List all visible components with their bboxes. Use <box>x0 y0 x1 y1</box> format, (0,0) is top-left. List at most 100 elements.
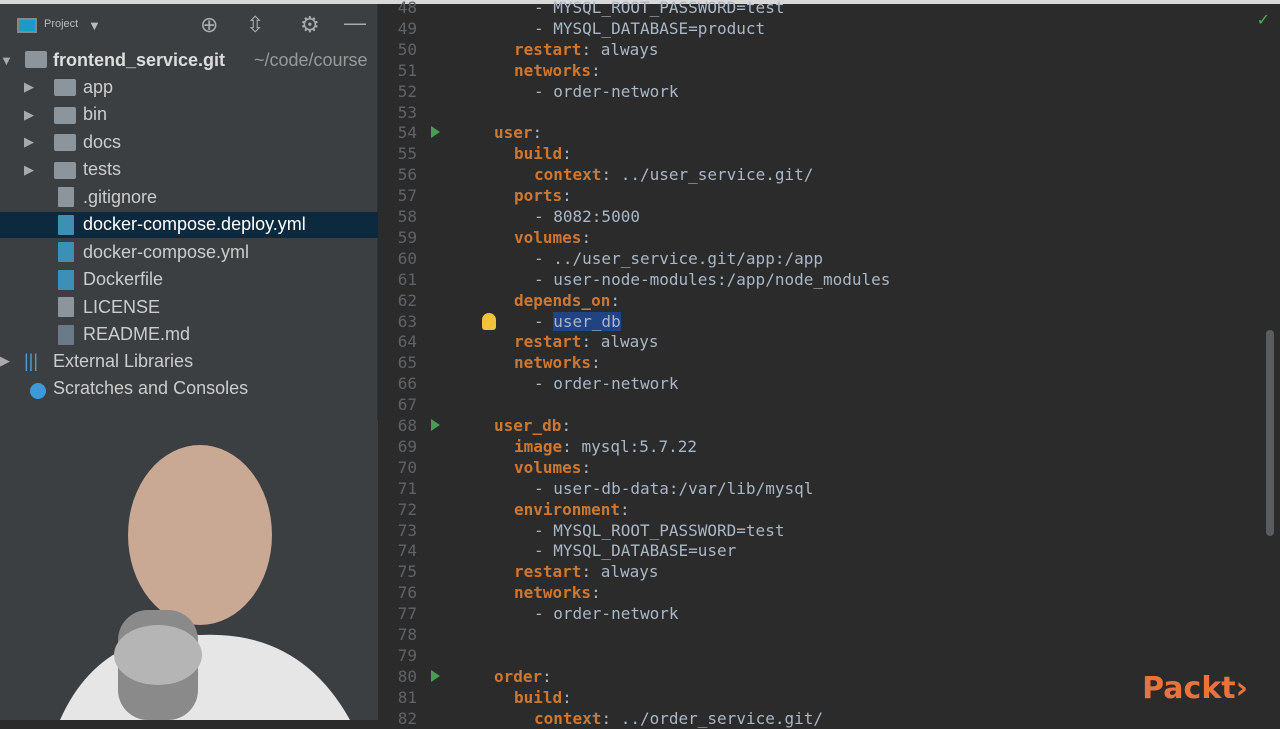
colon: : <box>532 123 543 143</box>
chevron-down-icon[interactable]: ▼ <box>88 18 101 33</box>
list-dash: - <box>534 478 554 498</box>
code-line[interactable]: 67 <box>379 394 1280 415</box>
code-line[interactable]: 75 restart: always <box>379 561 1280 582</box>
code-line[interactable]: 66 - order-network <box>379 373 1280 394</box>
yaml-value: user_db <box>553 311 621 331</box>
line-number: 61 <box>397 269 417 289</box>
collapse-all-icon[interactable]: ⇳ <box>246 12 264 38</box>
expand-arrow-icon[interactable]: ▼ <box>0 53 13 68</box>
yaml-key: volumes <box>514 227 582 247</box>
tree-label: app <box>83 76 114 97</box>
run-icon[interactable] <box>431 126 440 139</box>
code-line[interactable]: 61 - user-node-modules:/app/node_modules <box>379 269 1280 290</box>
libraries-icon: ||| <box>24 350 39 371</box>
gear-icon[interactable]: ⚙ <box>300 12 320 38</box>
line-number: 55 <box>397 144 417 164</box>
code-line[interactable]: 52 - order-network <box>379 81 1280 102</box>
tree-scratches[interactable]: Scratches and Consoles <box>0 375 378 401</box>
code-line[interactable]: 55 build: <box>379 143 1280 164</box>
code-line[interactable]: 73 - MYSQL_ROOT_PASSWORD=test <box>379 520 1280 541</box>
tree-item[interactable]: docker-compose.deploy.yml <box>0 211 378 238</box>
line-number: 81 <box>397 687 417 707</box>
code-line[interactable]: 78 <box>379 624 1280 645</box>
colon: : <box>601 708 612 728</box>
yaml-value: mysql:5.7.22 <box>581 436 698 456</box>
tree-item[interactable]: LICENSE <box>0 294 378 320</box>
expand-arrow-icon[interactable]: ▶ <box>0 353 10 369</box>
hide-icon[interactable]: — <box>344 10 366 36</box>
code-line[interactable]: 68 user_db: <box>379 415 1280 436</box>
tree-root[interactable]: ▼ frontend_service.git ~/code/course <box>0 47 378 73</box>
run-icon[interactable] <box>431 669 440 682</box>
vertical-scrollbar[interactable] <box>1266 330 1274 536</box>
folder-icon <box>54 134 76 151</box>
code-line[interactable]: 49 - MYSQL_DATABASE=product <box>379 18 1280 39</box>
list-dash: - <box>534 604 554 624</box>
code-line[interactable]: 63 - user_db <box>379 311 1280 332</box>
code-line[interactable]: 51 networks: <box>379 60 1280 81</box>
yaml-key: volumes <box>514 457 582 477</box>
code-line[interactable]: 79 <box>379 645 1280 666</box>
tree-label: README.md <box>83 324 191 344</box>
code-line[interactable]: 64 restart: always <box>379 331 1280 352</box>
line-number: 49 <box>397 18 417 38</box>
folder-icon <box>54 79 76 96</box>
expand-arrow-icon[interactable]: ▶ <box>24 162 34 178</box>
line-number: 57 <box>397 186 417 206</box>
code-line[interactable]: 76 networks: <box>379 582 1280 603</box>
lightbulb-icon[interactable] <box>482 312 496 330</box>
tree-external-libraries[interactable]: ▶ ||| External Libraries <box>0 348 378 374</box>
run-icon[interactable] <box>431 419 440 431</box>
code-line[interactable]: 56 context: ../user_service.git/ <box>379 164 1280 185</box>
list-dash: - <box>534 207 554 226</box>
tree-item[interactable]: ▶ bin <box>0 102 378 128</box>
code-line[interactable]: 53 <box>379 102 1280 123</box>
colon: : <box>562 144 572 164</box>
code-line[interactable]: 72 environment: <box>379 499 1280 520</box>
code-line[interactable]: 62 depends_on: <box>379 290 1280 311</box>
code-line[interactable]: 57 ports: <box>379 185 1280 206</box>
code-line[interactable]: 82 context: ../order_service.git/ <box>379 708 1280 729</box>
code-line[interactable]: 69 image: mysql:5.7.22 <box>379 436 1280 457</box>
code-line[interactable]: 74 - MYSQL_DATABASE=user <box>379 540 1280 561</box>
line-number: 75 <box>397 562 417 582</box>
code-line[interactable]: 58 - 8082:5000 <box>379 206 1280 227</box>
colon: : <box>542 666 552 686</box>
yaml-value: user-db-data:/var/lib/mysql <box>553 478 814 498</box>
locate-icon[interactable]: ⊕ <box>200 12 218 38</box>
yaml-value: ../user_service.git/app:/app <box>553 248 823 268</box>
code-line[interactable]: 65 networks: <box>379 352 1280 373</box>
line-number: 62 <box>397 290 417 310</box>
code-line[interactable]: 77 - order-network <box>379 603 1280 624</box>
line-number: 74 <box>397 541 417 561</box>
line-number: 59 <box>397 227 417 247</box>
folder-icon <box>54 161 76 179</box>
line-number: 67 <box>397 395 417 415</box>
yaml-value: MYSQL_DATABASE=product <box>553 18 766 38</box>
code-editor[interactable]: 48 - MYSQL_ROOT_PASSWORD=test 49 - MYSQL_DA… <box>379 0 1280 728</box>
line-number: 76 <box>397 583 417 603</box>
expand-arrow-icon[interactable]: ▶ <box>24 79 34 95</box>
code-line[interactable]: 48 - MYSQL_ROOT_PASSWORD=test <box>379 0 1280 18</box>
project-view-label[interactable]: Project <box>44 18 78 30</box>
code-line[interactable]: 71 - user-db-data:/var/lib/mysql <box>379 478 1280 499</box>
code-line[interactable]: 54 user: <box>379 122 1280 143</box>
tree-item[interactable]: ▶ docs <box>0 129 378 155</box>
tree-item[interactable]: .gitignore <box>0 184 378 210</box>
expand-arrow-icon[interactable]: ▶ <box>24 134 34 150</box>
yaml-value: ../order_service.git/ <box>620 708 824 728</box>
code-line[interactable]: 50 restart: always <box>379 39 1280 60</box>
code-line[interactable]: 60 - ../user_service.git/app:/app <box>379 248 1280 269</box>
tree-item[interactable]: docker-compose.yml <box>0 239 378 265</box>
code-line[interactable]: 59 volumes: <box>379 227 1280 248</box>
tree-item[interactable]: ▶ app <box>0 74 378 100</box>
presenter-video <box>0 420 378 720</box>
code-line[interactable]: 70 volumes: <box>379 457 1280 478</box>
tree-item[interactable]: ▶ tests <box>0 157 378 183</box>
tree-item[interactable]: README.md <box>0 322 378 348</box>
tree-item[interactable]: Dockerfile <box>0 267 378 293</box>
line-number: 63 <box>397 311 417 331</box>
colon: : <box>581 332 592 352</box>
expand-arrow-icon[interactable]: ▶ <box>24 107 34 123</box>
line-number: 52 <box>397 81 417 101</box>
